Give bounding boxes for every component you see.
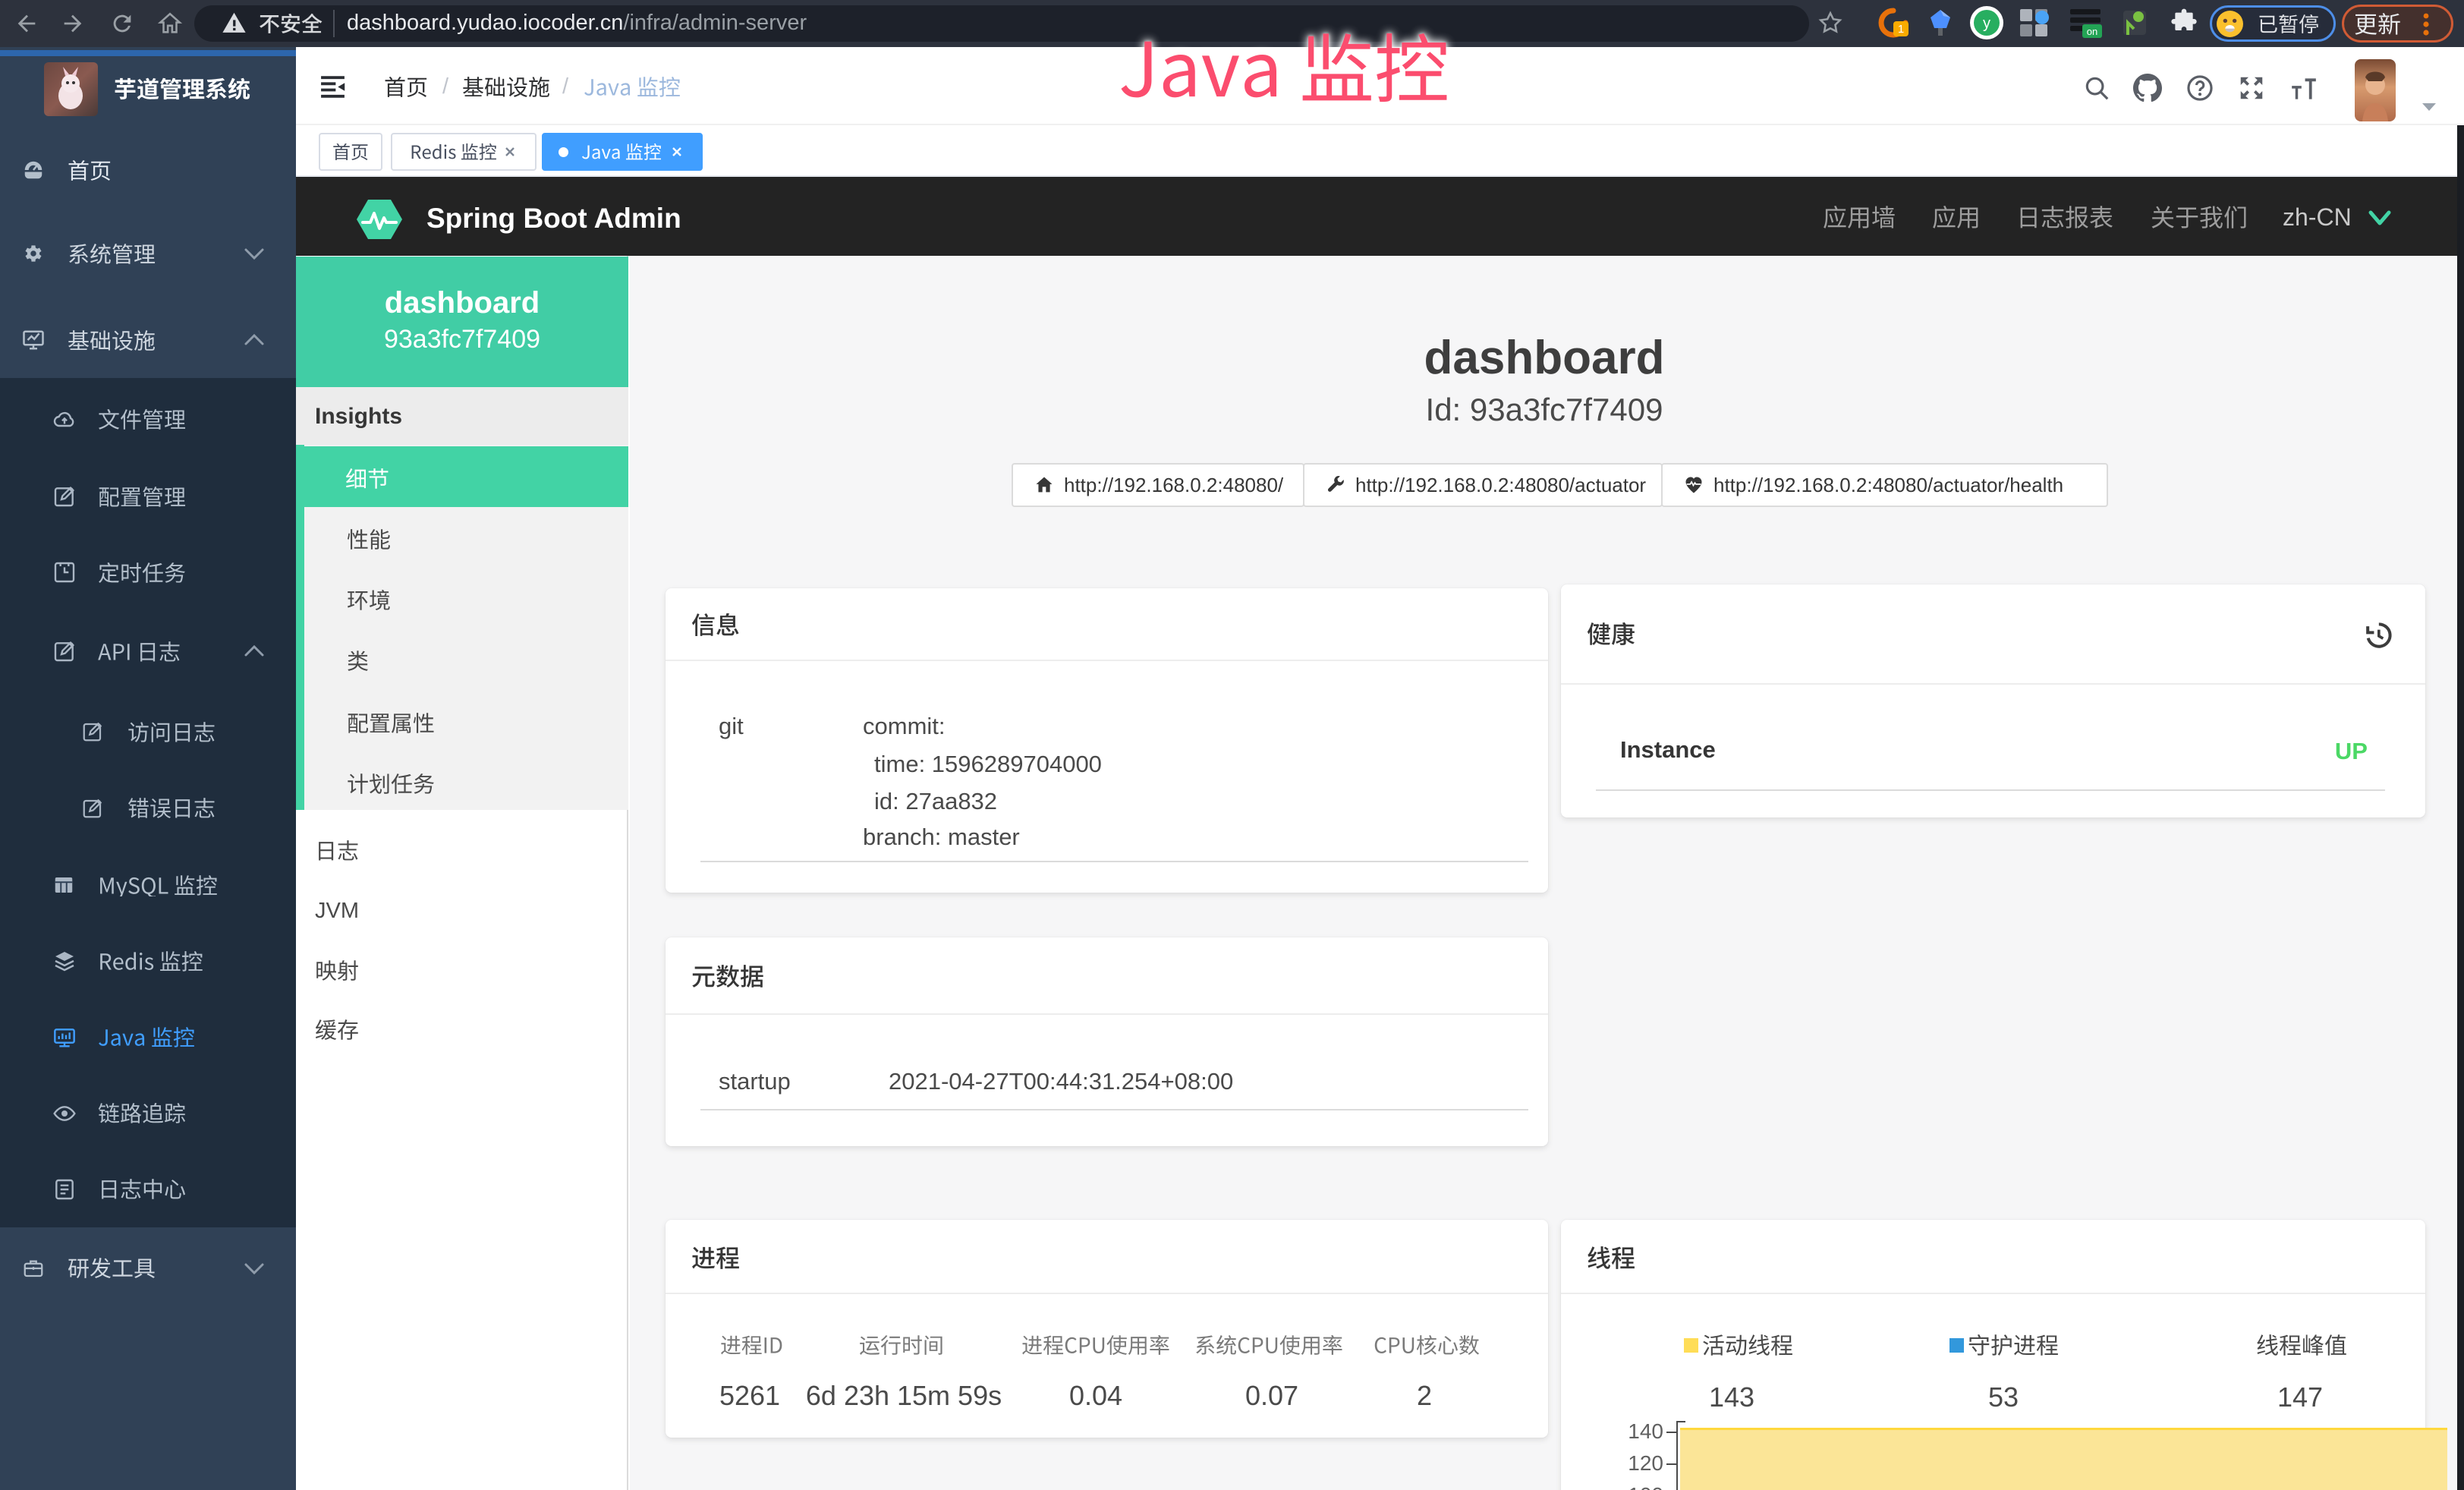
svg-text:1: 1	[1898, 23, 1904, 36]
svg-text:y: y	[1983, 15, 1990, 32]
svg-text:on: on	[2087, 26, 2097, 37]
